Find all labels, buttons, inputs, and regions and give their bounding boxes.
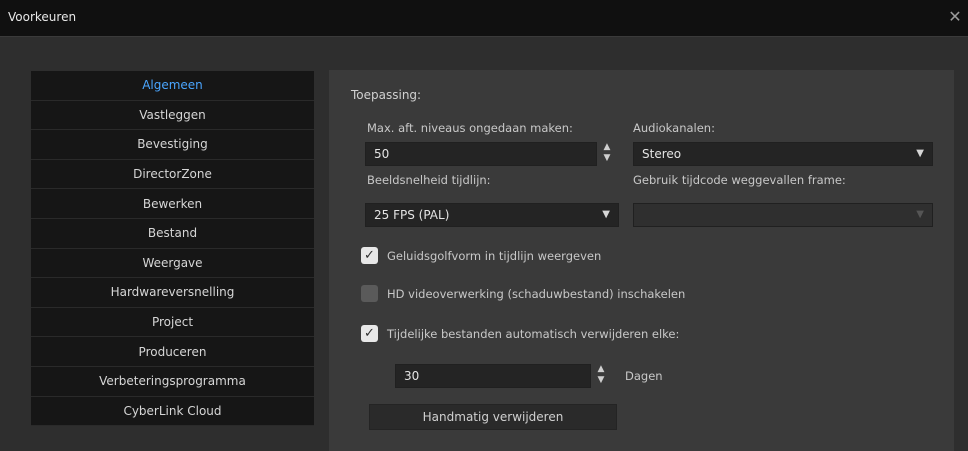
undo-levels-label: Max. aft. niveaus ongedaan maken: <box>367 121 573 135</box>
auto-delete-checkbox-row[interactable]: ✓ Tijdelijke bestanden automatisch verwi… <box>361 325 679 342</box>
sidebar-item-hardwareversnelling[interactable]: Hardwareversnelling <box>31 278 314 308</box>
hd-processing-checkbox-row[interactable]: ✓ HD videoverwerking (schaduwbestand) in… <box>361 285 685 302</box>
frame-rate-value: 25 FPS (PAL) <box>374 208 450 222</box>
days-spinner-icon[interactable]: ▲ ▼ <box>595 364 607 388</box>
waveform-checkbox-row[interactable]: ✓ Geluidsgolfvorm in tijdlijn weergeven <box>361 247 601 264</box>
settings-panel: Toepassing: Max. aft. niveaus ongedaan m… <box>329 70 954 451</box>
sidebar-item-verbeteringsprogramma[interactable]: Verbeteringsprogramma <box>31 366 314 397</box>
frame-rate-dropdown[interactable]: 25 FPS (PAL) ▼ <box>365 203 619 227</box>
sidebar-item-algemeen[interactable]: Algemeen <box>31 71 314 101</box>
hd-processing-checkbox-label: HD videoverwerking (schaduwbestand) insc… <box>387 286 686 301</box>
section-title: Toepassing: <box>351 88 422 102</box>
sidebar-item-produceren[interactable]: Produceren <box>31 337 314 367</box>
days-input[interactable]: 30 <box>395 364 591 388</box>
undo-levels-input[interactable]: 50 <box>365 142 597 166</box>
chevron-down-icon: ▼ <box>916 148 924 159</box>
checkmark-icon[interactable]: ✓ <box>361 325 378 342</box>
preferences-window: Voorkeuren ✕ Algemeen Vastleggen Bevesti… <box>0 0 968 451</box>
auto-delete-checkbox-label: Tijdelijke bestanden automatisch verwijd… <box>387 326 680 341</box>
chevron-down-icon: ▼ <box>916 209 924 220</box>
checkmark-icon[interactable]: ✓ <box>361 247 378 264</box>
sidebar-item-weergave[interactable]: Weergave <box>31 248 314 279</box>
manual-delete-button[interactable]: Handmatig verwijderen <box>369 404 617 430</box>
title-bar: Voorkeuren ✕ <box>0 0 968 37</box>
audio-channels-dropdown[interactable]: Stereo ▼ <box>633 142 933 166</box>
sidebar-item-directorzone[interactable]: DirectorZone <box>31 159 314 190</box>
audio-channels-label: Audiokanalen: <box>633 121 715 135</box>
sidebar-item-vastleggen[interactable]: Vastleggen <box>31 100 314 131</box>
sidebar-item-bewerken[interactable]: Bewerken <box>31 189 314 219</box>
sidebar-item-cyberlink-cloud[interactable]: CyberLink Cloud <box>31 396 314 427</box>
window-title: Voorkeuren <box>8 10 77 24</box>
days-unit-label: Dagen <box>625 369 663 383</box>
chevron-down-icon: ▼ <box>602 209 610 220</box>
drop-frame-dropdown[interactable]: ▼ <box>633 203 933 227</box>
sidebar-item-bestand[interactable]: Bestand <box>31 218 314 249</box>
sidebar-item-project[interactable]: Project <box>31 307 314 338</box>
undo-levels-spinner-icon[interactable]: ▲ ▼ <box>601 142 613 166</box>
waveform-checkbox-label: Geluidsgolfvorm in tijdlijn weergeven <box>387 248 602 263</box>
audio-channels-value: Stereo <box>642 147 682 161</box>
unchecked-box-icon[interactable]: ✓ <box>361 285 378 302</box>
close-icon[interactable]: ✕ <box>946 8 964 26</box>
drop-frame-label: Gebruik tijdcode weggevallen frame: <box>633 173 846 187</box>
sidebar-item-bevestiging[interactable]: Bevestiging <box>31 130 314 160</box>
frame-rate-label: Beeldsnelheid tijdlijn: <box>367 173 491 187</box>
preferences-sidebar: Algemeen Vastleggen Bevestiging Director… <box>31 71 314 451</box>
